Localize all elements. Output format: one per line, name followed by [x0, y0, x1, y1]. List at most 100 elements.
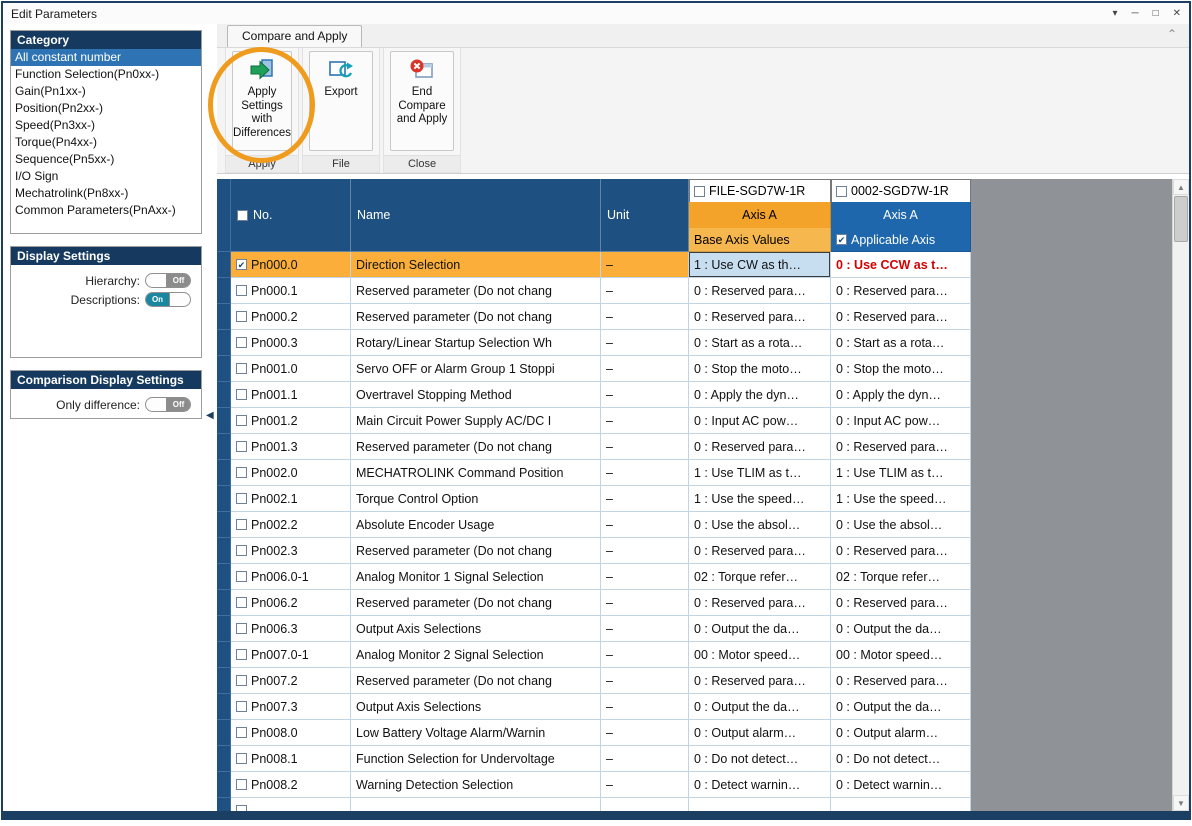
tab-compare-and-apply[interactable]: Compare and Apply [227, 25, 362, 47]
row-device-value-cell[interactable]: 0 : Apply the dyn… [831, 382, 971, 408]
row-checkbox[interactable] [236, 415, 247, 426]
row-file-value-cell[interactable]: 02 : Torque refer… [689, 564, 831, 590]
table-row[interactable]: Pn001.1Overtravel Stopping Method–0 : Ap… [217, 382, 971, 408]
row-checkbox[interactable] [236, 389, 247, 400]
row-device-value-cell[interactable]: 1 : Use TLIM as t… [831, 460, 971, 486]
table-row[interactable]: Pn008.1Function Selection for Undervolta… [217, 746, 971, 772]
row-device-value-cell[interactable] [831, 798, 971, 811]
category-item[interactable]: Function Selection(Pn0xx-) [11, 66, 201, 83]
scroll-down-icon[interactable]: ▼ [1173, 795, 1189, 811]
row-device-value-cell[interactable]: 0 : Do not detect… [831, 746, 971, 772]
table-row[interactable]: Pn002.2Absolute Encoder Usage–0 : Use th… [217, 512, 971, 538]
row-checkbox[interactable] [236, 441, 247, 452]
sidebar-collapse-icon[interactable]: ◀ [206, 410, 214, 421]
row-file-value-cell[interactable]: 1 : Use the speed… [689, 486, 831, 512]
row-file-value-cell[interactable]: 0 : Reserved para… [689, 304, 831, 330]
row-checkbox[interactable] [236, 727, 247, 738]
end-compare-and-apply-button[interactable]: End Compare and Apply [390, 51, 454, 151]
row-device-value-cell[interactable]: 0 : Start as a rota… [831, 330, 971, 356]
table-row[interactable]: Pn002.3Reserved parameter (Do not chang–… [217, 538, 971, 564]
category-item[interactable]: I/O Sign [11, 168, 201, 185]
row-checkbox[interactable] [236, 597, 247, 608]
row-file-value-cell[interactable]: 0 : Output alarm… [689, 720, 831, 746]
scrollbar-thumb[interactable] [1174, 196, 1188, 242]
row-file-value-cell[interactable] [689, 798, 831, 811]
category-item[interactable]: Torque(Pn4xx-) [11, 134, 201, 151]
row-checkbox[interactable] [236, 519, 247, 530]
table-row[interactable]: Pn007.3Output Axis Selections–0 : Output… [217, 694, 971, 720]
table-row[interactable]: Pn007.0-1Analog Monitor 2 Signal Selecti… [217, 642, 971, 668]
row-file-value-cell[interactable]: 0 : Reserved para… [689, 278, 831, 304]
row-checkbox[interactable] [236, 753, 247, 764]
row-checkbox[interactable] [236, 701, 247, 712]
row-device-value-cell[interactable]: 0 : Reserved para… [831, 538, 971, 564]
row-device-value-cell[interactable]: 02 : Torque refer… [831, 564, 971, 590]
table-row[interactable]: Pn001.0Servo OFF or Alarm Group 1 Stoppi… [217, 356, 971, 382]
minimize-icon[interactable]: ─ [1131, 8, 1138, 19]
row-device-value-cell[interactable]: 1 : Use the speed… [831, 486, 971, 512]
table-row[interactable]: Pn001.2Main Circuit Power Supply AC/DC I… [217, 408, 971, 434]
category-item[interactable]: Sequence(Pn5xx-) [11, 151, 201, 168]
row-checkbox[interactable] [236, 571, 247, 582]
row-file-value-cell[interactable]: 0 : Reserved para… [689, 590, 831, 616]
row-device-value-cell[interactable]: 0 : Stop the moto… [831, 356, 971, 382]
category-item[interactable]: Mechatrolink(Pn8xx-) [11, 185, 201, 202]
row-device-value-cell[interactable]: 0 : Output alarm… [831, 720, 971, 746]
maximize-icon[interactable]: □ [1153, 8, 1159, 19]
category-item[interactable]: Gain(Pn1xx-) [11, 83, 201, 100]
export-button[interactable]: Export [309, 51, 373, 151]
row-checkbox[interactable] [236, 493, 247, 504]
select-all-checkbox[interactable] [237, 210, 248, 221]
category-item[interactable]: Common Parameters(PnAxx-) [11, 202, 201, 219]
window-menu-icon[interactable]: ▾ [1112, 8, 1117, 19]
row-file-value-cell[interactable]: 1 : Use TLIM as t… [689, 460, 831, 486]
category-item[interactable]: Position(Pn2xx-) [11, 100, 201, 117]
row-checkbox[interactable]: ✔ [236, 259, 247, 270]
table-row[interactable] [217, 798, 971, 811]
toggle-switch[interactable]: Off [145, 397, 191, 412]
device-column-checkbox[interactable] [836, 186, 847, 197]
table-row[interactable]: Pn001.3Reserved parameter (Do not chang–… [217, 434, 971, 460]
table-row[interactable]: Pn000.1Reserved parameter (Do not chang–… [217, 278, 971, 304]
row-checkbox[interactable] [236, 805, 247, 811]
table-row[interactable]: Pn002.0MECHATROLINK Command Position–1 :… [217, 460, 971, 486]
toggle-switch[interactable]: On [145, 292, 191, 307]
row-file-value-cell[interactable]: 00 : Motor speed… [689, 642, 831, 668]
row-file-value-cell[interactable]: 0 : Do not detect… [689, 746, 831, 772]
row-checkbox[interactable] [236, 285, 247, 296]
row-checkbox[interactable] [236, 311, 247, 322]
ribbon-collapse-icon[interactable]: ⌃ [1167, 27, 1177, 41]
category-item[interactable]: Speed(Pn3xx-) [11, 117, 201, 134]
row-device-value-cell[interactable]: 0 : Reserved para… [831, 590, 971, 616]
scroll-up-icon[interactable]: ▲ [1173, 179, 1189, 195]
table-row[interactable]: ✔Pn000.0Direction Selection–1 : Use CW a… [217, 252, 971, 278]
row-file-value-cell[interactable]: 0 : Output the da… [689, 694, 831, 720]
table-row[interactable]: Pn006.0-1Analog Monitor 1 Signal Selecti… [217, 564, 971, 590]
table-row[interactable]: Pn006.2Reserved parameter (Do not chang–… [217, 590, 971, 616]
row-device-value-cell[interactable]: 0 : Output the da… [831, 616, 971, 642]
table-row[interactable]: Pn008.0Low Battery Voltage Alarm/Warnin–… [217, 720, 971, 746]
row-file-value-cell[interactable]: 0 : Output the da… [689, 616, 831, 642]
row-file-value-cell[interactable]: 0 : Input AC pow… [689, 408, 831, 434]
row-device-value-cell[interactable]: 0 : Use the absol… [831, 512, 971, 538]
row-checkbox[interactable] [236, 649, 247, 660]
row-device-value-cell[interactable]: 0 : Input AC pow… [831, 408, 971, 434]
row-checkbox[interactable] [236, 467, 247, 478]
row-file-value-cell[interactable]: 0 : Use the absol… [689, 512, 831, 538]
table-row[interactable]: Pn000.3Rotary/Linear Startup Selection W… [217, 330, 971, 356]
table-row[interactable]: Pn007.2Reserved parameter (Do not chang–… [217, 668, 971, 694]
row-checkbox[interactable] [236, 623, 247, 634]
row-device-value-cell[interactable]: 0 : Use CCW as t… [831, 252, 971, 278]
row-checkbox[interactable] [236, 545, 247, 556]
row-device-value-cell[interactable]: 0 : Reserved para… [831, 278, 971, 304]
row-checkbox[interactable] [236, 675, 247, 686]
row-file-value-cell[interactable]: 0 : Stop the moto… [689, 356, 831, 382]
row-checkbox[interactable] [236, 337, 247, 348]
row-device-value-cell[interactable]: 0 : Output the da… [831, 694, 971, 720]
vertical-scrollbar[interactable]: ▲ ▼ [1172, 179, 1189, 811]
row-device-value-cell[interactable]: 0 : Reserved para… [831, 668, 971, 694]
row-device-value-cell[interactable]: 00 : Motor speed… [831, 642, 971, 668]
row-checkbox[interactable] [236, 363, 247, 374]
category-item[interactable]: All constant number [11, 49, 201, 66]
row-file-value-cell[interactable]: 1 : Use CW as th… [689, 252, 831, 278]
